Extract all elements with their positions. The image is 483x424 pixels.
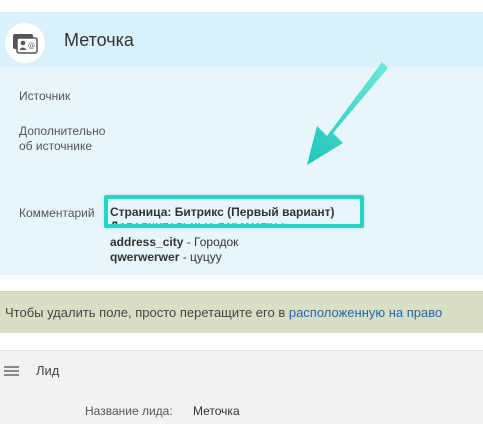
pointer-arrow-icon [307,62,388,165]
lead-name-row: Название лида: Меточка [0,390,483,424]
comment-qwer-key: qwerwerwer [110,250,180,264]
comment-city-line: address_city - Городок [110,235,238,249]
section-header-lead[interactable]: Лид [0,350,483,390]
comment-label: Комментарий [19,206,95,220]
avatar: @ [5,23,45,63]
comment-city-value: - Городок [183,235,239,249]
extra-source-label: Дополнительно об источнике [19,124,106,153]
card-body: Источник Дополнительно об источнике Комм… [0,67,483,275]
lead-name-value: Меточка [193,404,240,418]
section-title: Лид [36,363,60,378]
hint-link[interactable]: расположенную на право [289,305,442,320]
card-title: Меточка [64,30,134,50]
hint-message: Чтобы удалить поле, просто перетащите ег… [5,305,289,320]
drag-handle-icon[interactable] [4,366,19,377]
card-header: @ Меточка [0,12,483,67]
contact-card-icon: @ [13,34,38,54]
comment-qwer-line: qwerwerwer - цуцуу [110,250,222,264]
hint-bar: Чтобы удалить поле, просто перетащите ег… [0,291,483,333]
svg-text:@: @ [28,42,35,50]
comment-qwer-value: - цуцуу [179,250,222,264]
comment-city-key: address_city [110,235,184,249]
highlight-box [104,195,364,228]
hint-text: Чтобы удалить поле, просто перетащите ег… [5,305,442,320]
source-label: Источник [19,89,71,103]
lead-name-label: Название лида: [85,404,173,418]
